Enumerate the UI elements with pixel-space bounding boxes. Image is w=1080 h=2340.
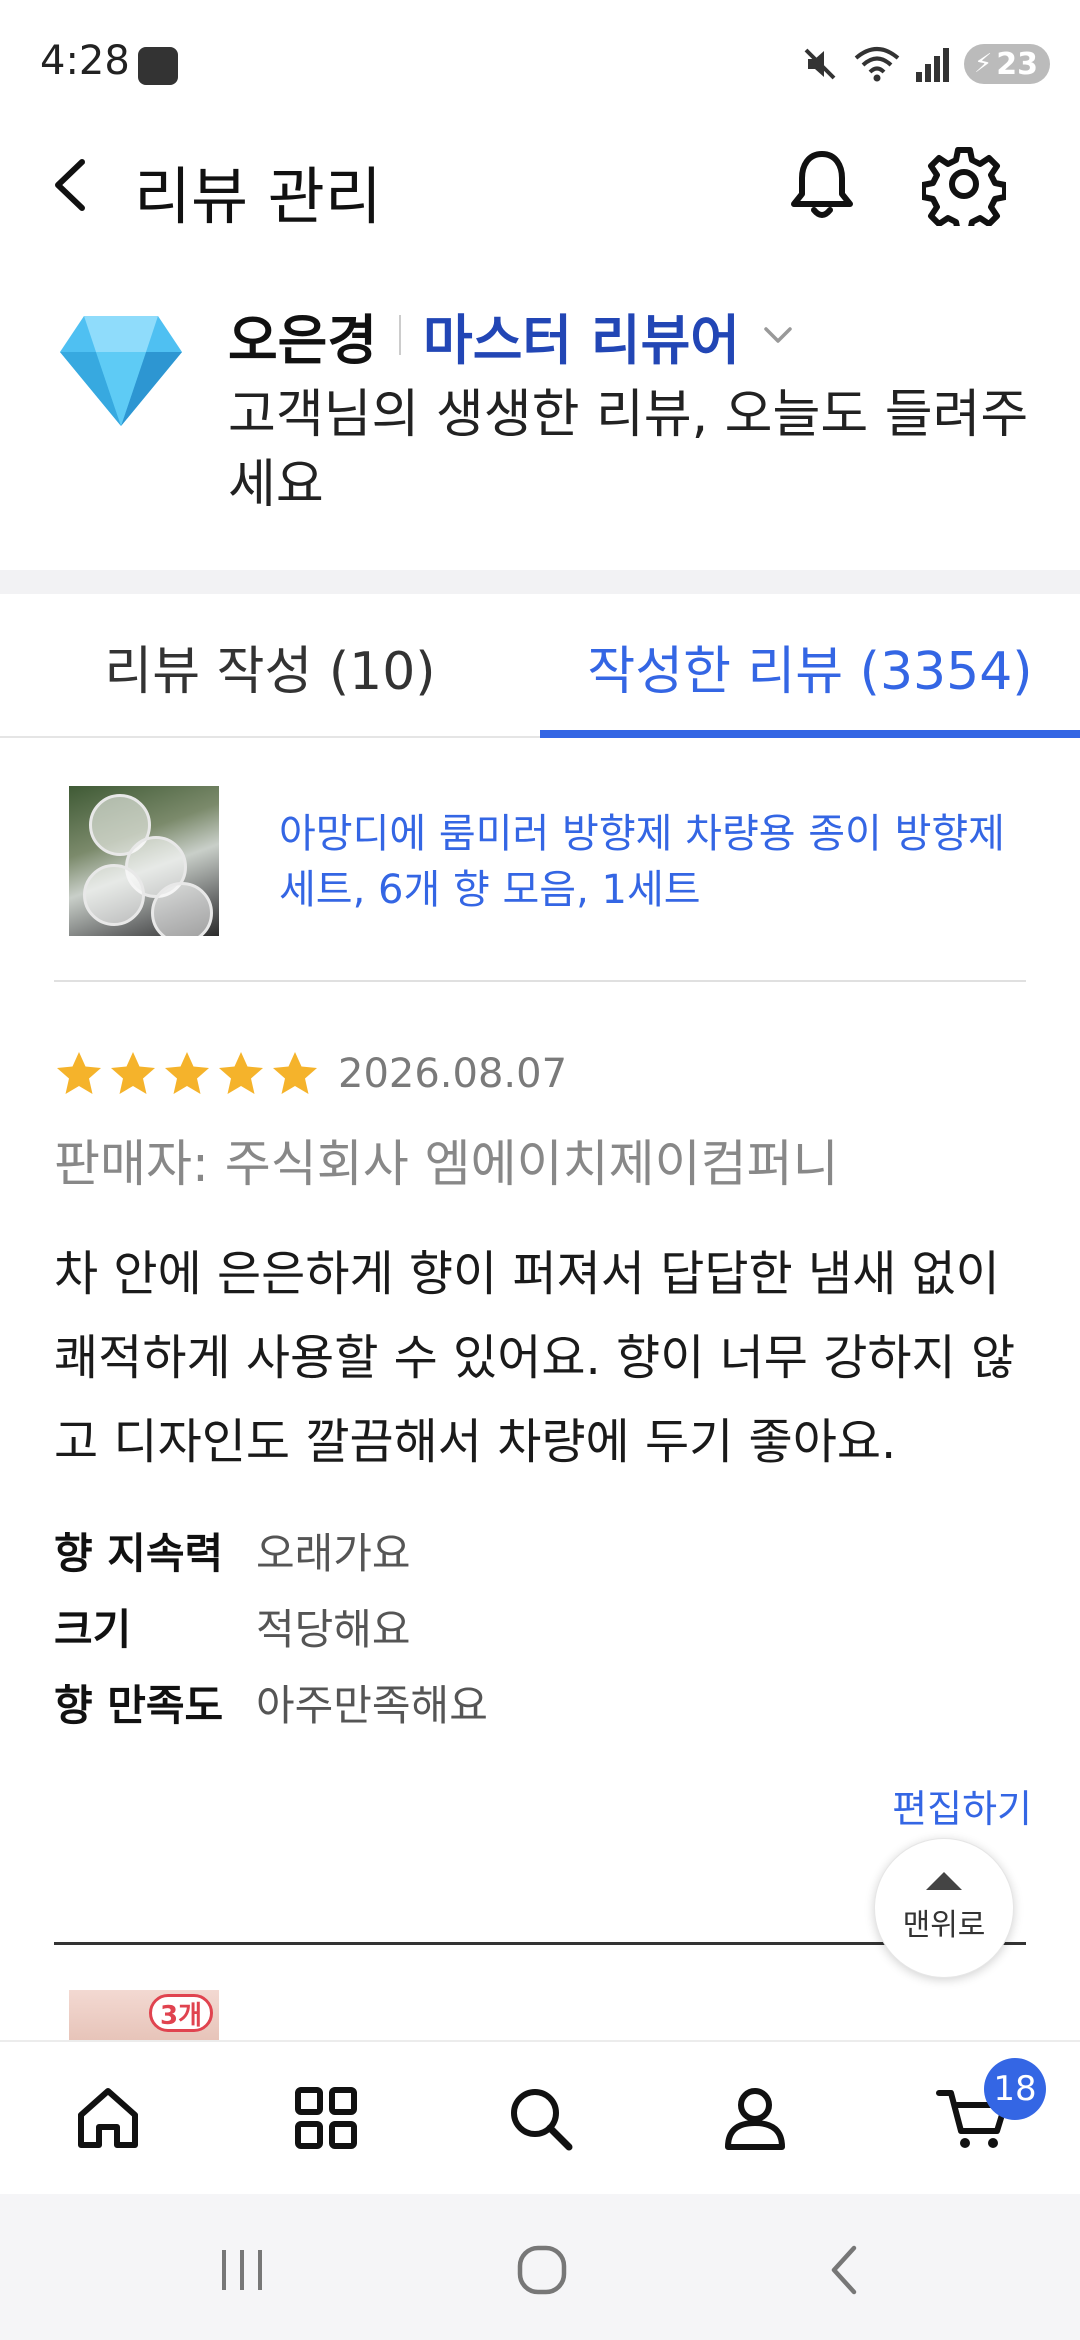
product-name-link[interactable]: 아망디에 룸미러 방향제 차량용 종이 방향제 세트, 6개 향 모음, 1세트 xyxy=(279,806,1019,918)
star-rating xyxy=(54,1049,320,1099)
settings-button[interactable] xyxy=(920,142,1008,235)
scroll-top-button[interactable]: 맨위로 xyxy=(874,1838,1014,1978)
active-tab-indicator xyxy=(540,730,1080,738)
star-icon xyxy=(219,1052,263,1094)
home-circle-icon xyxy=(517,2245,567,2295)
status-icons: ⚡ 23 xyxy=(800,38,1050,90)
bottom-nav xyxy=(0,2040,1080,2194)
review-tabs: 리뷰 작성 (10) 작성한 리뷰 (3354) xyxy=(0,594,1080,738)
profile-name-row[interactable]: 오은경 마스터 리뷰어 xyxy=(228,300,798,372)
cart-count-badge: 18 xyxy=(984,2058,1046,2120)
scroll-top-label: 맨위로 xyxy=(902,1908,986,1943)
review-divider xyxy=(54,1942,1026,1945)
notification-button[interactable] xyxy=(780,142,864,226)
home-icon xyxy=(78,2088,138,2148)
review-product[interactable]: 아망디에 룸미러 방향제 차량용 종이 방향제 세트, 6개 향 모음, 1세트 xyxy=(54,786,1026,982)
mute-icon xyxy=(804,48,836,80)
tab-written-reviews[interactable]: 작성한 리뷰 (3354) xyxy=(540,594,1080,738)
review-attributes: 향 지속력 오래가요 크기 적당해요 향 만족도 아주만족해요 xyxy=(54,1512,954,1740)
reviewer-grade[interactable]: 마스터 리뷰어 xyxy=(423,296,740,375)
wifi-icon xyxy=(854,47,900,82)
diamond-icon xyxy=(60,316,182,426)
back-arrow-icon xyxy=(55,159,85,211)
name-divider xyxy=(399,315,402,355)
signal-icon xyxy=(915,48,949,82)
chevron-down-icon[interactable] xyxy=(758,315,798,355)
system-home-button[interactable] xyxy=(502,2230,582,2310)
profile-message: 고객님의 생생한 리뷰, 오늘도 들려주세요 xyxy=(228,385,1029,515)
section-divider xyxy=(0,570,1080,594)
star-icon xyxy=(111,1052,155,1094)
rating-row: 2026.08.07 xyxy=(54,1046,567,1102)
seller-name: 판매자: 주식회사 엠에이치제이컴퍼니 xyxy=(54,1135,839,1193)
star-icon xyxy=(273,1052,317,1094)
header: 리뷰 관리 xyxy=(0,130,1080,240)
attribute-row: 향 지속력 오래가요 xyxy=(54,1512,954,1588)
nav-search[interactable] xyxy=(490,2068,590,2168)
nav-my-page[interactable] xyxy=(705,2068,805,2168)
next-product-thumbnail[interactable]: 3개 xyxy=(69,1990,219,2040)
nav-categories[interactable] xyxy=(276,2068,376,2168)
star-icon xyxy=(165,1052,209,1094)
attribute-label: 향 지속력 xyxy=(54,1528,224,1578)
back-button[interactable] xyxy=(40,150,110,220)
recent-apps-icon xyxy=(222,2250,262,2290)
attribute-row: 향 만족도 아주만족해요 xyxy=(54,1664,954,1740)
battery-level: 23 xyxy=(996,46,1038,82)
star-icon xyxy=(57,1052,101,1094)
product-thumbnail[interactable] xyxy=(69,786,219,936)
edit-review-link[interactable]: 편집하기 xyxy=(892,1778,1032,1833)
app-badge-icon xyxy=(138,47,178,85)
page-title: 리뷰 관리 xyxy=(134,160,382,233)
status-bar: 4:28 ⚡ 23 xyxy=(0,0,1080,130)
review-date: 2026.08.07 xyxy=(338,1051,568,1097)
tab-write-review[interactable]: 리뷰 작성 (10) xyxy=(0,594,540,738)
attribute-value: 아주만족해요 xyxy=(256,1680,488,1730)
battery-icon: ⚡ 23 xyxy=(963,44,1050,84)
bell-icon xyxy=(791,151,853,218)
attribute-row: 크기 적당해요 xyxy=(54,1588,954,1664)
system-back-button[interactable] xyxy=(806,2230,886,2310)
status-time: 4:28 xyxy=(40,38,130,84)
system-nav-bar xyxy=(0,2194,1080,2340)
recent-apps-button[interactable] xyxy=(202,2230,282,2310)
thumb-badge: 3개 xyxy=(148,1994,213,2032)
review-text: 차 안에 은은하게 향이 퍼져서 답답한 냄새 없이 쾌적하게 사용할 수 있어… xyxy=(54,1246,1016,1470)
attribute-label: 크기 xyxy=(54,1604,132,1654)
attribute-value: 적당해요 xyxy=(256,1604,411,1654)
arrow-up-icon xyxy=(926,1872,962,1890)
search-icon xyxy=(511,2089,573,2151)
system-back-icon xyxy=(831,2245,857,2295)
attribute-value: 오래가요 xyxy=(256,1528,411,1578)
gear-icon xyxy=(920,147,1008,235)
profile-name: 오은경 xyxy=(228,308,378,372)
attribute-label: 향 만족도 xyxy=(54,1680,224,1730)
nav-home[interactable] xyxy=(58,2068,158,2168)
my-page-icon xyxy=(725,2088,785,2150)
profile-section: 오은경 마스터 리뷰어 고객님의 생생한 리뷰, 오늘도 들려주세요 xyxy=(0,280,1080,570)
categories-icon xyxy=(295,2087,357,2149)
